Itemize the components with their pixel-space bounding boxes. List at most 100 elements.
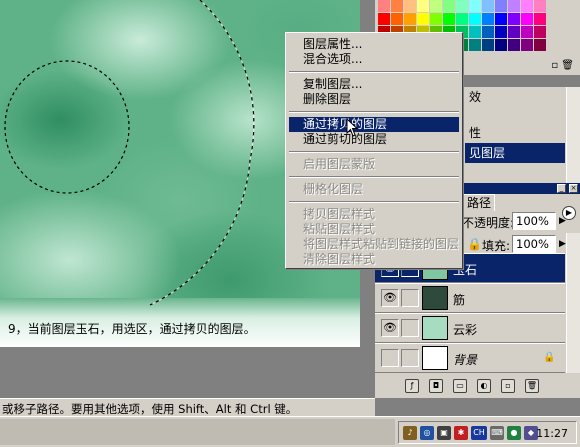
layer-name: 背景 [453, 353, 478, 367]
color-swatch[interactable] [443, 13, 455, 25]
fill-label: 填充: [482, 239, 511, 253]
menu-separator [289, 111, 459, 113]
opacity-input[interactable]: 100% [512, 212, 556, 230]
ime-icon[interactable]: CH [471, 426, 487, 440]
color-swatch[interactable] [482, 0, 494, 12]
antivirus-icon[interactable]: ✱ [454, 426, 468, 440]
color-swatch[interactable] [391, 13, 403, 25]
color-swatch[interactable] [495, 13, 507, 25]
new-swatch-icon[interactable]: ▫ [551, 60, 558, 71]
swatch-panel-buttons: ▫ 🗑 [551, 60, 574, 71]
menu-item-layer-via-copy[interactable]: 通过拷贝的图层 [289, 117, 459, 132]
eye-icon[interactable]: 👁 [381, 289, 399, 307]
menu-item-paste-style-to-linked: 将图层样式粘贴到链接的图层 [303, 237, 460, 251]
color-swatch[interactable] [534, 13, 546, 25]
tray-app-icon[interactable]: ● [507, 426, 521, 440]
status-text: 或移子路径。要用其他选项，使用 Shift、Alt 和 Ctrl 键。 [2, 402, 298, 416]
color-swatch[interactable] [456, 13, 468, 25]
menu-separator [289, 71, 459, 73]
color-swatch[interactable] [482, 26, 494, 38]
color-swatch[interactable] [508, 26, 520, 38]
link-cell[interactable] [401, 289, 419, 307]
mouse-cursor-icon [346, 118, 359, 137]
tab-paths[interactable]: 路径 [463, 194, 496, 211]
color-swatch[interactable] [378, 13, 390, 25]
color-swatch[interactable] [469, 13, 481, 25]
menu-item-paste-layer-style: 粘贴图层样式 [303, 222, 376, 236]
color-swatch[interactable] [469, 0, 481, 12]
link-cell[interactable] [401, 349, 419, 367]
history-row[interactable]: 效 [465, 87, 565, 107]
layer-row[interactable]: 👁 云彩 [375, 313, 565, 343]
color-swatch[interactable] [495, 39, 507, 51]
color-swatch[interactable] [495, 26, 507, 38]
layer-thumbnail [422, 316, 448, 340]
lock-icon: 🔒 [467, 237, 482, 251]
menu-item-blending-options[interactable]: 混合选项... [289, 52, 459, 67]
layer-row[interactable]: 背景 🔒 [375, 343, 565, 373]
color-swatch[interactable] [430, 0, 442, 12]
color-swatch[interactable] [495, 0, 507, 12]
system-tray: ♪ ◎ ▣ ✱ CH ⌨ ● ◆ 11:27 [398, 421, 577, 444]
layer-row[interactable]: 👁 筋 [375, 283, 565, 313]
taskbar-button-area[interactable] [0, 419, 395, 445]
color-swatch[interactable] [417, 0, 429, 12]
menu-item-layer-via-cut[interactable]: 通过剪切的图层 [289, 132, 459, 147]
color-swatch[interactable] [508, 13, 520, 25]
close-icon[interactable]: × [569, 184, 578, 193]
trash-icon[interactable]: 🗑 [525, 379, 539, 393]
layers-scrollbar[interactable] [566, 233, 580, 373]
layer-thumbnail [422, 286, 448, 310]
new-set-icon[interactable]: ▭ [453, 379, 467, 393]
monitor-icon[interactable]: ▣ [437, 426, 451, 440]
color-swatch[interactable] [521, 39, 533, 51]
color-swatch[interactable] [521, 13, 533, 25]
menu-item-layer-properties[interactable]: 图层属性... [289, 37, 459, 52]
color-swatch[interactable] [404, 13, 416, 25]
eye-hidden-cell[interactable] [381, 349, 399, 367]
adjustment-layer-icon[interactable]: ◐ [477, 379, 491, 393]
keyboard-icon[interactable]: ⌨ [490, 426, 504, 440]
color-swatch[interactable] [534, 0, 546, 12]
color-swatch[interactable] [521, 26, 533, 38]
layer-name: 云彩 [453, 323, 478, 337]
fill-input[interactable]: 100% [512, 235, 556, 253]
menu-separator [289, 201, 459, 203]
color-swatch[interactable] [391, 0, 403, 12]
color-swatch[interactable] [443, 0, 455, 12]
menu-item-duplicate-layer[interactable]: 复制图层... [289, 77, 459, 92]
speaker-icon[interactable]: ♪ [403, 426, 417, 440]
history-scrollbar[interactable] [566, 87, 580, 183]
menu-item-delete-layer[interactable]: 删除图层 [289, 92, 459, 107]
outer-selection-arc [149, 0, 255, 306]
color-swatch[interactable] [521, 0, 533, 12]
color-swatch[interactable] [534, 39, 546, 51]
eye-icon[interactable]: 👁 [381, 319, 399, 337]
color-swatch[interactable] [534, 26, 546, 38]
history-row-selected[interactable]: 见图层 [465, 143, 565, 163]
status-bar: 或移子路径。要用其他选项，使用 Shift、Alt 和 Ctrl 键。 [0, 398, 375, 416]
taskbar-clock[interactable]: 11:27 [536, 427, 568, 440]
color-swatch[interactable] [482, 13, 494, 25]
color-swatch[interactable] [417, 13, 429, 25]
color-swatch[interactable] [469, 26, 481, 38]
color-swatch[interactable] [378, 0, 390, 12]
add-mask-icon[interactable]: ◘ [429, 379, 443, 393]
minimize-icon[interactable]: _ [557, 184, 566, 193]
layer-style-icon[interactable]: ƒ [405, 379, 419, 393]
new-layer-icon[interactable]: ▫ [501, 379, 515, 393]
color-swatch[interactable] [456, 0, 468, 12]
color-swatch[interactable] [430, 13, 442, 25]
network-icon[interactable]: ◎ [420, 426, 434, 440]
trash-icon[interactable]: 🗑 [561, 60, 574, 71]
menu-item-copy-layer-style: 拷贝图层样式 [303, 207, 376, 221]
opacity-arrow-icon[interactable]: ▶ [557, 212, 568, 230]
color-swatch[interactable] [482, 39, 494, 51]
color-swatch[interactable] [404, 0, 416, 12]
menu-item-clear-layer-style: 清除图层样式 [303, 252, 376, 266]
color-swatch[interactable] [508, 0, 520, 12]
color-swatch[interactable] [508, 39, 520, 51]
link-cell[interactable] [401, 319, 419, 337]
history-row[interactable]: 性 [465, 123, 565, 143]
color-swatch[interactable] [469, 39, 481, 51]
